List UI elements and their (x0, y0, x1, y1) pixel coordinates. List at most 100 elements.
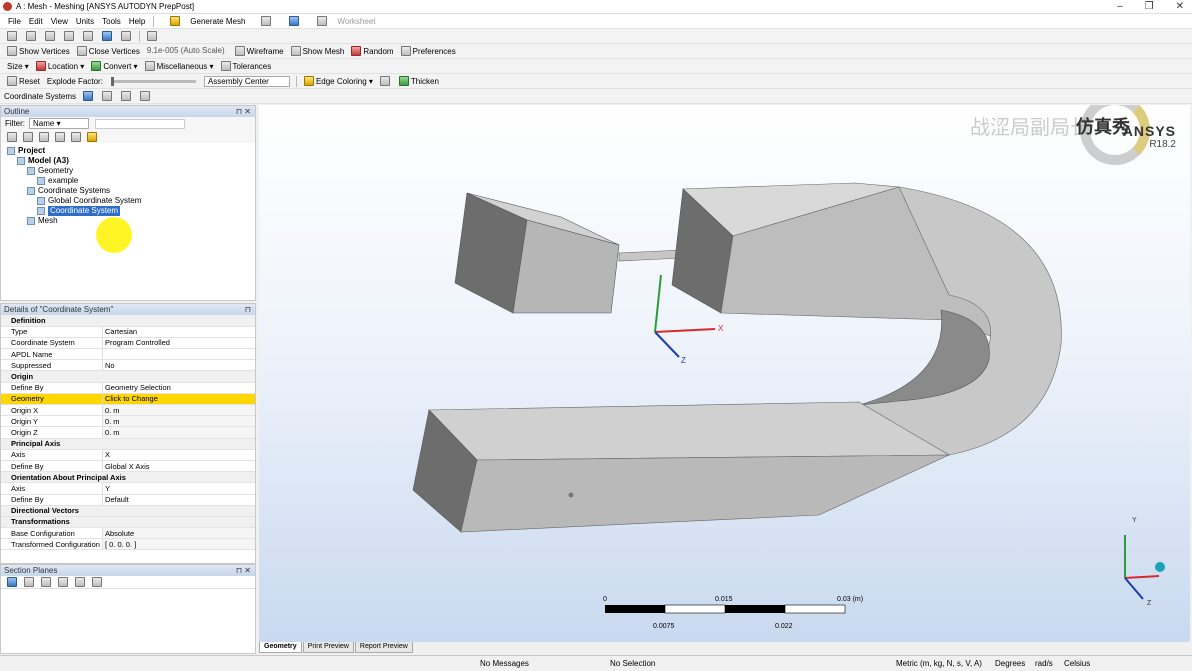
tab-geometry[interactable]: Geometry (259, 642, 302, 653)
details-value[interactable]: 0. m (102, 404, 255, 417)
edge-tool-icon[interactable] (379, 76, 392, 86)
menu-file[interactable]: File (8, 17, 21, 26)
rotate-axis-icon[interactable] (121, 91, 133, 101)
tree-node[interactable]: Project (1, 146, 255, 156)
miscellaneous-dropdown[interactable]: Miscellaneous ▾ (144, 61, 214, 71)
reset-button[interactable]: Reset (7, 76, 40, 86)
wireframe-button[interactable]: Wireframe (234, 46, 284, 56)
rotate-icon[interactable] (7, 31, 19, 41)
restore-icon[interactable]: ❐ (1145, 1, 1154, 12)
collapse-icon[interactable] (23, 131, 33, 142)
viewport-icon[interactable] (147, 31, 159, 41)
assembly-center-dropdown[interactable]: Assembly Center (203, 75, 290, 87)
show-plane-icon[interactable] (58, 577, 68, 587)
rate-units-status[interactable]: rad/s (1035, 659, 1053, 668)
menu-help[interactable]: Help (129, 17, 145, 26)
tree-node[interactable]: Coordinate System (1, 206, 255, 216)
details-group-row[interactable]: Orientation About Principal Axis (1, 471, 255, 484)
csys-icon[interactable] (83, 91, 95, 101)
details-row[interactable]: Origin X 0. m (1, 404, 255, 417)
details-row[interactable]: APDL Name (1, 348, 255, 361)
delete-plane-icon[interactable] (41, 577, 51, 587)
details-value[interactable]: 0. m (102, 426, 255, 439)
explode-factor-slider[interactable] (110, 76, 196, 86)
tolerances-button[interactable]: Tolerances (220, 61, 271, 71)
move-origin-icon[interactable] (102, 91, 114, 101)
filter-search-input[interactable] (95, 118, 185, 129)
image-button[interactable] (281, 16, 301, 26)
temperature-units-status[interactable]: Celsius (1064, 659, 1090, 668)
menu-units[interactable]: Units (76, 17, 94, 26)
minimize-icon[interactable]: – (1117, 1, 1123, 12)
zoom-box-icon[interactable] (64, 31, 76, 41)
details-row[interactable]: Define By Default (1, 494, 255, 506)
messages-status[interactable]: No Messages (480, 659, 529, 668)
thicken-button[interactable]: Thicken (398, 76, 439, 86)
details-row[interactable]: Define By Geometry Selection (1, 382, 255, 394)
pin-icon[interactable]: ⊓ ✕ (236, 566, 251, 575)
details-row[interactable]: Suppressed No (1, 359, 255, 372)
details-row[interactable]: Transformed Configuration[ 0. 0. 0. ] (1, 538, 255, 551)
details-group-row[interactable]: Definition (1, 315, 255, 327)
details-row[interactable]: Axis Y (1, 482, 255, 495)
graphics-viewport[interactable]: 战涩局副局长 仿真秀 ANSYS R18.2 X Z Y Z 0 0.015 0… (259, 105, 1190, 642)
tree-node[interactable]: Global Coordinate System (1, 196, 255, 206)
details-value[interactable] (102, 348, 255, 361)
tree-node[interactable]: example (1, 176, 255, 186)
details-value[interactable]: Cartesian (102, 326, 255, 338)
details-value[interactable]: Program Controlled (102, 337, 255, 350)
details-row[interactable]: Origin Y 0. m (1, 415, 255, 428)
units-status[interactable]: Metric (m, kg, N, s, V, A) (896, 659, 982, 668)
menu-view[interactable]: View (51, 17, 68, 26)
details-value[interactable]: [ 0. 0. 0. ] (102, 538, 255, 551)
tree-node[interactable]: Coordinate Systems (1, 186, 255, 196)
tab-report-preview[interactable]: Report Preview (354, 642, 413, 653)
close-vertices-button[interactable]: Close Vertices (76, 46, 140, 56)
details-group-row[interactable]: Transformations (1, 516, 255, 529)
tree-node[interactable]: Geometry (1, 166, 255, 176)
menu-tools[interactable]: Tools (102, 17, 121, 26)
random-button[interactable]: Random (351, 46, 394, 56)
clear-icon[interactable] (92, 577, 102, 587)
preview-button[interactable] (253, 16, 273, 26)
location-dropdown[interactable]: Location ▾ (35, 61, 84, 71)
iso-icon[interactable] (102, 31, 114, 41)
details-row[interactable]: Base Configuration Absolute (1, 527, 255, 540)
arrow-icon[interactable] (39, 131, 49, 142)
details-value[interactable]: No (102, 359, 255, 372)
close-icon[interactable]: ✕ (1176, 1, 1184, 12)
generate-mesh-button[interactable]: Generate Mesh (162, 16, 245, 26)
angle-units-status[interactable]: Degrees (995, 659, 1025, 668)
show-vertices-button[interactable]: Show Vertices (7, 46, 70, 56)
details-value[interactable]: X (102, 449, 255, 461)
scale-dropdown[interactable]: 9.1e-005 (Auto Scale) (144, 46, 228, 57)
sort-icon[interactable] (87, 131, 97, 142)
details-row[interactable]: Define By Global X Axis (1, 460, 255, 473)
edge-coloring-dropdown[interactable]: Edge Coloring ▾ (303, 76, 373, 86)
filter-dropdown[interactable]: Name ▾ (29, 118, 89, 129)
details-value[interactable]: 0. m (102, 415, 255, 428)
show-mesh-button[interactable]: Show Mesh (290, 46, 344, 56)
tree-plus-icon[interactable] (55, 131, 65, 142)
convert-dropdown[interactable]: Convert ▾ (91, 61, 138, 71)
zoom-icon[interactable] (45, 31, 57, 41)
details-value[interactable]: Global X Axis (102, 460, 255, 473)
details-group-row[interactable]: Principal Axis (1, 438, 255, 450)
worksheet-button[interactable]: Worksheet (309, 16, 376, 26)
select-icon[interactable] (121, 31, 133, 41)
edit-plane-icon[interactable] (24, 577, 34, 587)
pin-icon[interactable]: ⊓ (245, 305, 251, 314)
pin-icon[interactable]: ⊓ ✕ (236, 107, 251, 116)
details-row[interactable]: Geometry Click to Change (1, 393, 255, 406)
flip-axis-icon[interactable] (140, 91, 152, 101)
details-value[interactable]: Y (102, 482, 255, 495)
details-row[interactable]: Axis X (1, 449, 255, 461)
details-row[interactable]: Origin Z 0. m (1, 426, 255, 439)
size-dropdown[interactable]: Size ▾ (7, 62, 29, 71)
pan-icon[interactable] (26, 31, 38, 41)
details-group-row[interactable]: Directional Vectors (1, 505, 255, 517)
tab-print-preview[interactable]: Print Preview (302, 642, 354, 653)
details-value[interactable]: Click to Change (102, 393, 255, 406)
details-group-row[interactable]: Origin (1, 370, 255, 383)
details-row[interactable]: Type Cartesian (1, 326, 255, 338)
